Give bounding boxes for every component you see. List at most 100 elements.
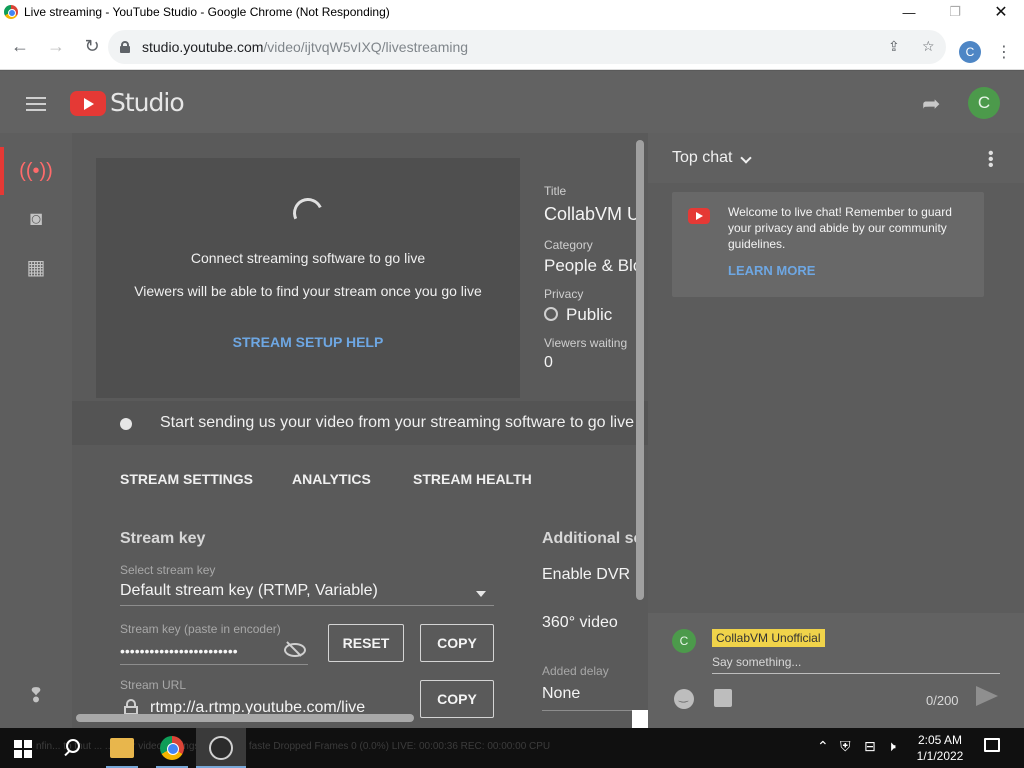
feedback-icon[interactable]: ❢	[0, 671, 72, 719]
chat-input-area: C CollabVM Unofficial Say something... 0…	[648, 613, 1024, 728]
close-button[interactable]: ✕	[978, 0, 1024, 24]
chrome-logo-icon	[4, 5, 18, 19]
emoji-icon[interactable]	[674, 689, 694, 709]
poll-icon[interactable]	[714, 689, 732, 707]
windows-start-icon[interactable]	[14, 740, 32, 758]
preview-message-2: Viewers will be able to find your stream…	[134, 283, 482, 299]
windows-taskbar: nfin... to tnut ... ... your video setti…	[0, 728, 1024, 768]
tab-stream-health[interactable]: STREAM HEALTH	[413, 471, 532, 487]
obs-icon[interactable]	[209, 736, 233, 760]
search-icon[interactable]	[62, 738, 82, 758]
visibility-off-icon[interactable]	[284, 641, 306, 657]
tab-analytics[interactable]: ANALYTICS	[292, 471, 371, 487]
chat-message-input[interactable]: Say something...	[712, 655, 801, 669]
shield-icon[interactable]: ⛨	[840, 738, 851, 755]
tab-stream-settings[interactable]: STREAM SETTINGS	[120, 471, 253, 487]
chat-welcome-card: Welcome to live chat! Remember to guard …	[672, 192, 984, 297]
welcome-message: Welcome to live chat! Remember to guard …	[728, 205, 952, 251]
chat-author-name: CollabVM Unofficial	[712, 629, 825, 647]
stream-key-field[interactable]: ••••••••••••••••••••••••	[120, 643, 238, 659]
title-label: Title	[544, 184, 567, 198]
camera-icon[interactable]: ◙	[0, 195, 72, 243]
share-page-icon[interactable]: ⇪	[888, 38, 900, 55]
share-arrow-icon[interactable]: ➦	[922, 91, 940, 117]
notification-icon[interactable]	[984, 738, 1000, 752]
category-label: Category	[544, 238, 593, 252]
chat-input-underline	[712, 673, 1000, 674]
added-delay-select[interactable]: None	[542, 685, 580, 703]
chevron-down-icon[interactable]	[740, 152, 752, 164]
category-value: People & Blo	[544, 256, 643, 275]
url-text[interactable]: studio.youtube.com/video/ijtvqW5vIXQ/liv…	[142, 39, 468, 55]
scroll-corner	[632, 710, 648, 728]
file-explorer-icon[interactable]	[110, 738, 134, 758]
settings-tabs: STREAM SETTINGS ANALYTICS STREAM HEALTH	[72, 463, 648, 503]
preview-message-1: Connect streaming software to go live	[190, 250, 426, 266]
copy-url-button[interactable]: COPY	[420, 680, 494, 718]
added-delay-hint: Added delay	[542, 664, 609, 678]
taskbar-clock[interactable]: 2:05 AM 1/1/2022	[912, 732, 968, 764]
left-rail: ((•)) ◙ ▦ ❢	[0, 133, 72, 728]
network-icon[interactable]: ⊟	[864, 738, 876, 755]
address-bar[interactable]: studio.youtube.com/video/ijtvqW5vIXQ/liv…	[108, 30, 946, 64]
youtube-logo-icon	[688, 208, 710, 224]
minimize-button[interactable]: —	[886, 0, 932, 24]
learn-more-link[interactable]: LEARN MORE	[728, 263, 815, 278]
enable-dvr-label[interactable]: Enable DVR	[542, 566, 630, 584]
select-stream-key-hint: Select stream key	[120, 563, 216, 577]
send-icon[interactable]	[976, 686, 998, 706]
main-content: Connect streaming software to go live Vi…	[72, 133, 648, 728]
hamburger-menu-icon[interactable]	[26, 97, 46, 111]
bookmark-star-icon[interactable]: ☆	[922, 38, 935, 55]
browser-menu-icon[interactable]: ⋮	[996, 42, 1012, 62]
maximize-button[interactable]: ❐	[932, 0, 978, 24]
window-title: Live streaming - YouTube Studio - Google…	[24, 5, 390, 19]
vertical-scrollbar[interactable]	[636, 140, 644, 600]
chat-header: Top chat • • •	[648, 133, 1024, 183]
key-underline	[120, 664, 308, 665]
browser-toolbar: ← → ↻ studio.youtube.com/video/ijtvqW5vI…	[0, 24, 1024, 70]
chrome-taskbar-icon[interactable]	[160, 736, 184, 760]
chat-menu-icon[interactable]: • • •	[988, 146, 994, 174]
studio-header: Studio ➦ C	[0, 71, 1024, 133]
globe-icon	[544, 307, 558, 321]
privacy-value: Public	[566, 305, 613, 324]
viewers-waiting-label: Viewers waiting	[544, 336, 628, 350]
reset-button[interactable]: RESET	[328, 624, 404, 662]
clock-date: 1/1/2022	[916, 749, 964, 763]
lock-icon	[124, 699, 138, 715]
select-underline	[120, 605, 494, 606]
live-chat-panel: Top chat • • • Welcome to live chat! Remem…	[648, 133, 1024, 728]
status-dot-icon	[120, 418, 132, 430]
chat-author-avatar: C	[672, 629, 696, 653]
viewers-waiting-value: 0	[544, 354, 553, 371]
lock-icon[interactable]	[120, 41, 130, 53]
url-path: /video/ijtvqW5vIXQ/livestreaming	[263, 39, 469, 55]
reload-icon[interactable]: ↻	[76, 31, 108, 63]
stream-key-select[interactable]: Default stream key (RTMP, Variable)	[120, 582, 378, 600]
stream-url-hint: Stream URL	[120, 678, 187, 692]
account-avatar[interactable]: C	[968, 87, 1000, 119]
stream-status-text: Start sending us your video from your st…	[160, 414, 634, 431]
stream-status-row: Start sending us your video from your st…	[72, 401, 648, 445]
horizontal-scrollbar[interactable]	[76, 714, 414, 722]
youtube-logo-icon[interactable]	[70, 91, 106, 116]
char-count: 0/200	[926, 693, 959, 708]
video-360-label[interactable]: 360° video	[542, 614, 618, 632]
volume-muted-icon[interactable]: 🕨	[887, 738, 896, 755]
studio-brand[interactable]: Studio	[110, 88, 185, 117]
stream-preview: Connect streaming software to go live Vi…	[96, 158, 520, 398]
title-value: CollabVM U	[544, 204, 641, 224]
calendar-icon[interactable]: ▦	[0, 243, 72, 291]
forward-arrow-icon[interactable]: →	[40, 31, 72, 63]
window-titlebar: Live streaming - YouTube Studio - Google…	[0, 0, 1024, 24]
chevron-down-icon[interactable]	[476, 591, 486, 597]
stream-setup-help-link[interactable]: STREAM SETUP HELP	[96, 334, 520, 350]
copy-key-button[interactable]: COPY	[420, 624, 494, 662]
chat-mode-selector[interactable]: Top chat	[672, 149, 732, 167]
browser-profile-avatar[interactable]: C	[959, 41, 981, 63]
chevron-up-icon[interactable]: ⌃	[817, 738, 829, 755]
stream-key-title: Stream key	[120, 530, 206, 547]
live-stream-icon[interactable]: ((•))	[0, 147, 72, 195]
back-arrow-icon[interactable]: ←	[4, 31, 36, 63]
